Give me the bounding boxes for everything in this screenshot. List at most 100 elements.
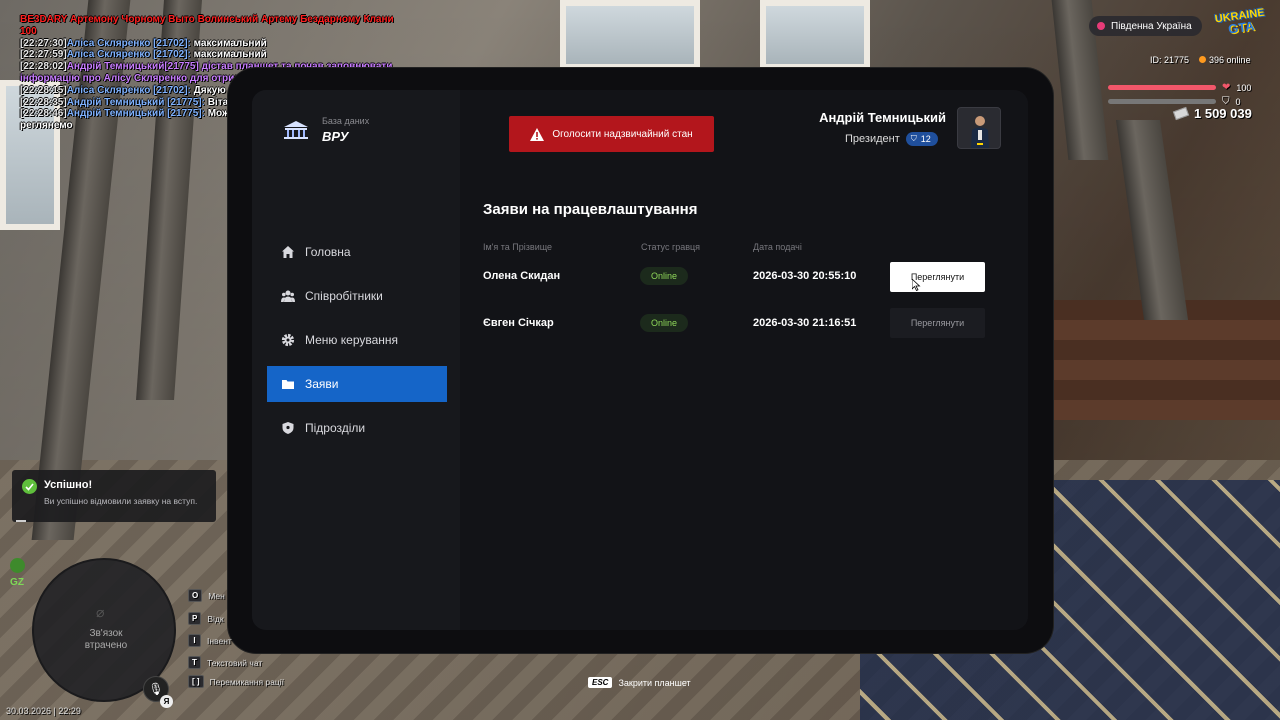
health-bar-fill <box>1108 85 1216 90</box>
user-role: Президент <box>845 133 900 145</box>
hotkey-key: [ ] <box>188 675 204 688</box>
sidebar-item-applications[interactable]: Заяви <box>267 366 447 402</box>
hotkey-label: Текстовий чат <box>207 657 263 668</box>
chat-message: [22:27:59]Аліса Скляренко [21702]: макси… <box>20 49 400 61</box>
zone-indicator: GZ <box>8 558 26 588</box>
money-value: 1 509 039 <box>1194 106 1252 121</box>
sidebar-item-label: Підрозділи <box>305 421 366 435</box>
chat-timestamp: [22:28:02] <box>20 61 67 73</box>
user-role-row: Президент ⛉ 12 <box>845 132 938 146</box>
submission-date: 2026-03-30 21:16:51 <box>753 317 857 329</box>
mouse-cursor-icon <box>912 279 921 291</box>
online-dot-icon <box>1199 56 1207 63</box>
hotkey-key: O <box>188 589 203 602</box>
sidebar-item-label: Головна <box>305 245 351 259</box>
users-icon <box>281 290 295 302</box>
hotkey-label: Відк <box>207 613 224 624</box>
user-level-badge: ⛉ 12 <box>905 132 938 146</box>
region-indicator: Південна Україна <box>1089 16 1202 36</box>
region-dot-icon <box>1097 22 1105 30</box>
parliament-building-icon <box>283 120 309 140</box>
green-zone-icon <box>9 558 25 573</box>
chat-text: Дякую <box>190 84 226 96</box>
declare-emergency-button[interactable]: Оголосити надзвичайний стан <box>509 116 714 152</box>
sidebar-item-employees[interactable]: Співробітники <box>267 278 447 314</box>
chat-timestamp: [22:28:35] <box>20 96 67 108</box>
shield-icon <box>282 422 294 434</box>
sidebar-item-departments[interactable]: Підрозділи <box>267 410 447 446</box>
chat-text: максимальний <box>190 37 267 49</box>
chat-timestamp: [22:27:59] <box>20 49 67 61</box>
hotkey-key: T <box>188 656 201 669</box>
tablet-screen <box>252 90 1028 630</box>
chat-text: максимальний <box>190 49 267 61</box>
column-header-date: Дата подачі <box>753 242 802 252</box>
sidebar-item-label: Меню керування <box>305 333 399 347</box>
player-info: ID: 21775 396 online <box>1150 55 1251 65</box>
column-header-name: Ім'я та Прізвище <box>483 242 553 252</box>
sidebar-item-label: Співробітники <box>305 289 383 303</box>
folder-icon <box>282 380 294 389</box>
server-logo: UKRAINE GTA <box>1210 6 1272 44</box>
avatar-person-icon <box>971 116 989 148</box>
main-panel <box>460 90 1028 630</box>
hotkey-label: Мен <box>208 590 225 601</box>
hotkey-hint: T Текстовий чат <box>188 656 262 669</box>
gear-icon <box>281 333 295 347</box>
sidebar-item-home[interactable]: Головна <box>267 234 447 270</box>
armor-bar <box>1108 99 1216 104</box>
rank-shield-icon: ⛉ <box>910 134 917 143</box>
background-window <box>560 0 700 70</box>
chat-author: Аліса Скляренко [21702]: <box>66 37 191 49</box>
brand-subtitle: База даних <box>322 116 370 126</box>
minimap-status: Зв'язок втрачено <box>34 628 178 652</box>
toast-progress <box>16 520 26 522</box>
submission-date: 2026-03-30 20:55:10 <box>753 270 857 282</box>
keyboard-language: Я <box>160 695 173 708</box>
close-tablet-hint[interactable]: ESC Закрити планшет <box>588 677 691 688</box>
chat-author: Аліса Скляренко [21702]: <box>66 49 191 61</box>
toast-message: Ви успішно відмовили заявку на вступ. <box>44 496 198 506</box>
zone-label: GZ <box>10 577 24 588</box>
status-badge: Online <box>640 267 688 285</box>
no-signal-icon: ⌀ <box>96 604 105 620</box>
date-time: 30.03.2026 | 22:29 <box>6 706 81 716</box>
sidebar-panel <box>252 90 460 630</box>
hotkey-hint: P Відк <box>188 612 224 625</box>
hotkey-label: Перемикання рації <box>209 676 285 687</box>
brand-title: ВРУ <box>322 129 349 144</box>
hotkey-key: I <box>188 634 201 647</box>
health-value: 100 <box>1236 82 1252 93</box>
hotkey-label: Інвент <box>207 635 232 646</box>
warning-icon <box>530 127 545 141</box>
applicant-name: Олена Скидан <box>483 270 561 282</box>
hotkey-hint: [ ] Перемикання рації <box>188 675 284 688</box>
minimap-status-line: Зв'язок <box>89 628 123 639</box>
sidebar-item-control-menu[interactable]: Меню керування <box>267 322 447 358</box>
brand-logo <box>283 120 309 140</box>
chat-message: BE3DARY Артемону Чорному Выто Волинський… <box>20 14 400 38</box>
status-badge: Online <box>640 314 688 332</box>
hotkey-hint: O Мен <box>188 589 225 602</box>
chat-timestamp: [22:28:15] <box>20 84 67 96</box>
region-label: Південна Україна <box>1111 20 1192 32</box>
view-application-button[interactable]: Переглянути <box>890 262 985 292</box>
page-title: Заяви на працевлаштування <box>483 201 698 218</box>
chat-timestamp: [22:27:30] <box>20 37 67 49</box>
applicant-name: Євген Січкар <box>483 317 554 329</box>
user-name: Андрій Темницький <box>819 110 946 125</box>
online-count: 396 online <box>1199 55 1251 65</box>
home-icon <box>282 246 294 258</box>
view-application-button[interactable]: Переглянути <box>890 308 985 338</box>
toast-title: Успішно! <box>44 479 93 491</box>
health-bar <box>1108 85 1216 90</box>
chat-message: [22:27:30]Аліса Скляренко [21702]: макси… <box>20 38 400 50</box>
hotkey-key: P <box>188 612 202 625</box>
chat-system-text: BE3DARY Артемону Чорному Выто Волинський… <box>20 14 394 37</box>
esc-key: ESC <box>588 677 613 688</box>
chat-timestamp: [22:28:46] <box>20 108 67 120</box>
column-header-status: Статус гравця <box>641 242 701 252</box>
chat-author: Андрій Темницький [21775]: <box>66 108 205 120</box>
chat-author: Аліса Скляренко [21702]: <box>66 84 191 96</box>
avatar[interactable] <box>957 107 1001 149</box>
